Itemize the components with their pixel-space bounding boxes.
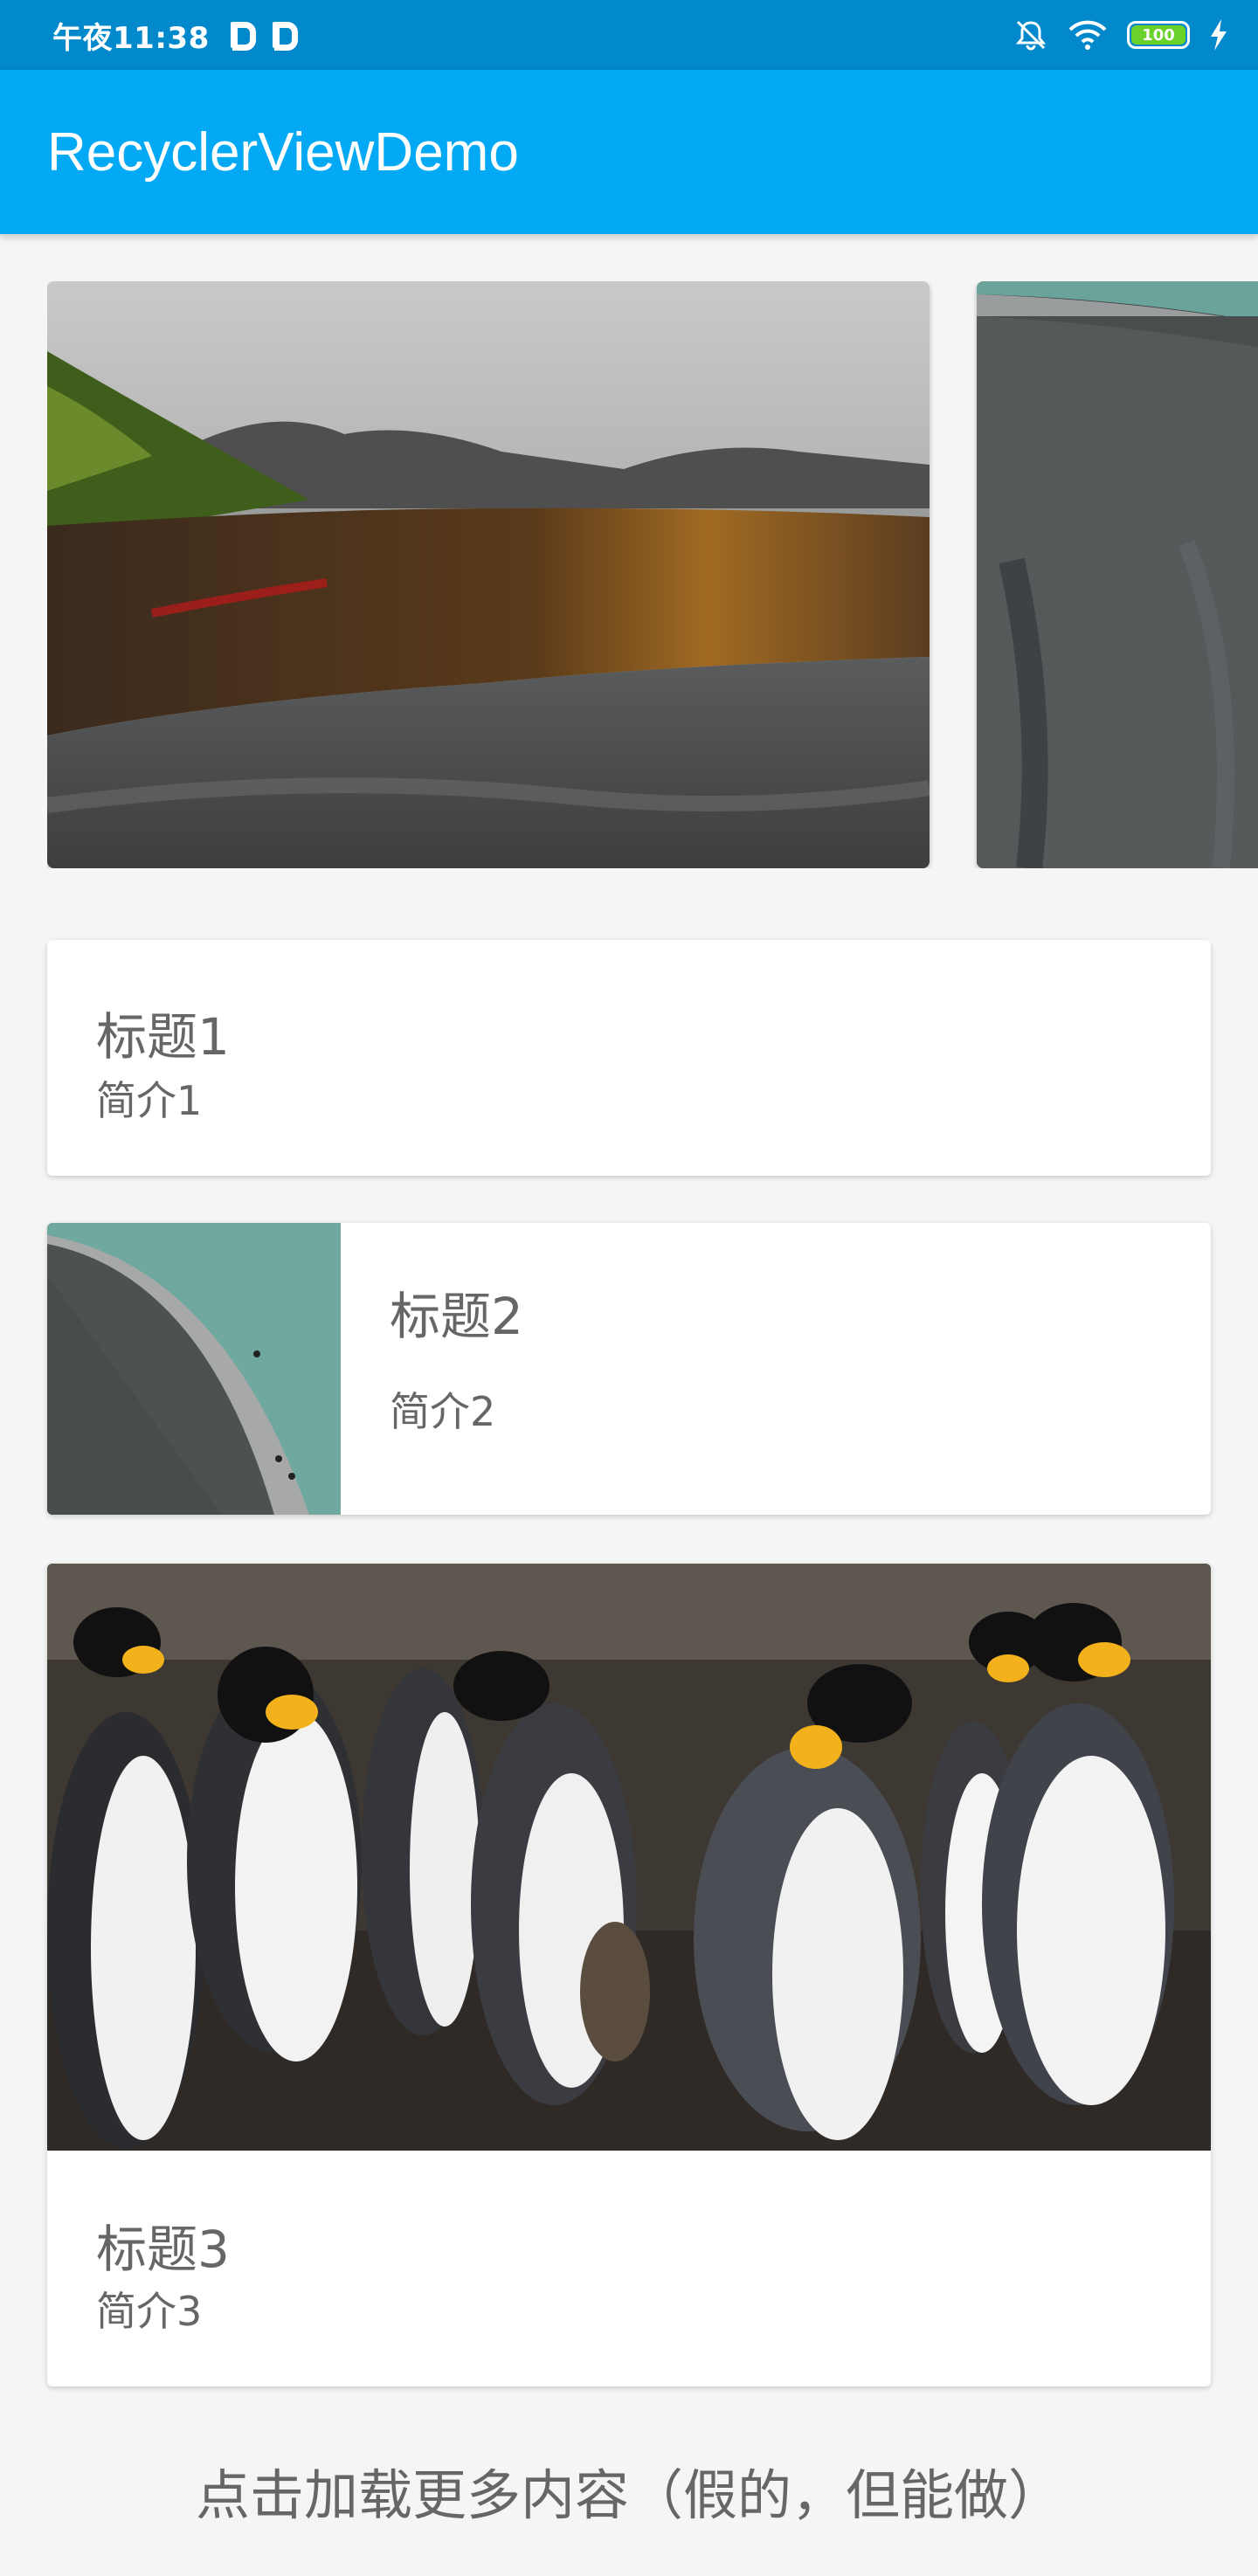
dam-thumbnail — [47, 1223, 341, 1515]
dam-image[interactable] — [977, 281, 1258, 868]
landscape-lake-image[interactable] — [47, 281, 930, 868]
app-bar: RecyclerViewDemo — [0, 70, 1258, 234]
status-icons: 100 — [1013, 17, 1228, 52]
list-item-card-1[interactable]: 标题1 简介1 — [47, 940, 1211, 1176]
penguins-image — [47, 1564, 1211, 2151]
card-title: 标题3 — [96, 2220, 230, 2279]
wifi-icon — [1068, 20, 1107, 50]
mute-bell-icon — [1015, 20, 1047, 51]
load-more-button[interactable]: 点击加载更多内容（假的，但能做） — [0, 2451, 1258, 2530]
list-item-card-2[interactable]: 标题2 简介2 — [47, 1223, 1211, 1515]
card-title: 标题1 — [96, 1007, 230, 1067]
status-time: 午夜11:38 — [52, 20, 210, 56]
list-item-card-3[interactable]: 标题3 简介3 — [47, 1564, 1211, 2386]
app-title: RecyclerViewDemo — [47, 121, 519, 183]
card-title: 标题2 — [390, 1287, 523, 1346]
parking-icon — [229, 20, 256, 51]
battery-level: 100 — [1131, 25, 1185, 45]
card-subtitle: 简介2 — [390, 1388, 496, 1435]
battery-icon: 100 — [1127, 21, 1190, 49]
horizontal-image-list[interactable] — [47, 281, 1258, 868]
card-subtitle: 简介1 — [96, 1077, 203, 1124]
charging-icon — [1211, 19, 1227, 51]
parking-icon — [271, 20, 298, 51]
card-subtitle: 简介3 — [96, 2288, 203, 2335]
status-bar: 午夜11:38 100 — [0, 0, 1258, 70]
